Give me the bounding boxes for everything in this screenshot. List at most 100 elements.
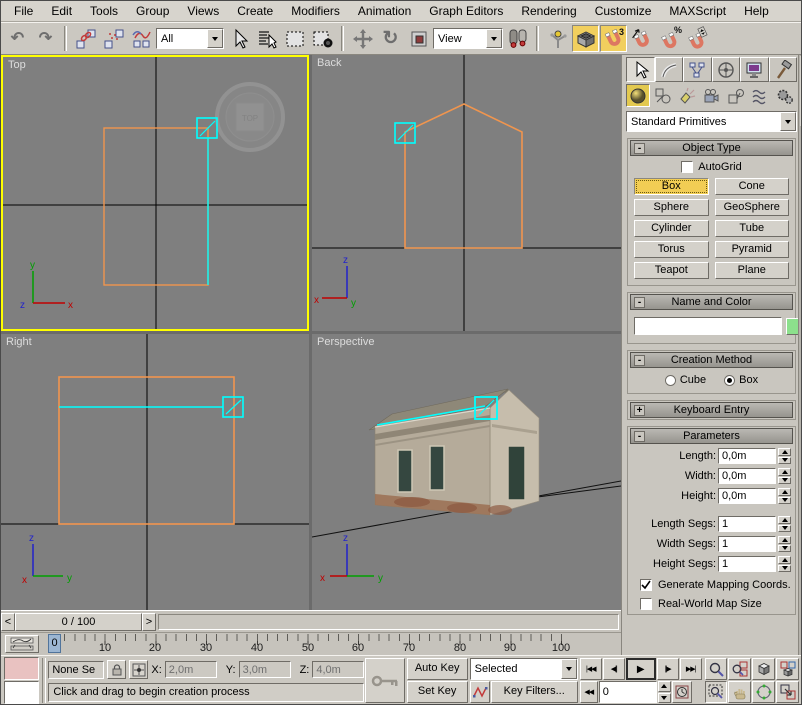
helpers-category-button[interactable] xyxy=(724,84,748,107)
dropdown-arrow-icon[interactable] xyxy=(561,659,577,679)
width-field[interactable] xyxy=(718,468,776,484)
autogrid-checkbox[interactable] xyxy=(681,161,693,173)
go-to-end-button[interactable]: ▶▶| xyxy=(680,658,702,680)
absolute-mode-button[interactable] xyxy=(129,660,148,679)
zoom-extents-all-button[interactable] xyxy=(776,658,799,680)
unlink-button[interactable] xyxy=(100,25,127,52)
viewcube[interactable]: TOP xyxy=(217,84,283,150)
viewport-label[interactable]: Right xyxy=(6,336,32,348)
collapse-icon[interactable]: - xyxy=(634,297,645,308)
height-segs-spinner[interactable] xyxy=(778,556,791,572)
height-segs-field[interactable] xyxy=(718,556,776,572)
panel-scrollbar[interactable] xyxy=(798,55,802,655)
generate-mapping-checkbox[interactable] xyxy=(640,579,652,591)
tab-utilities[interactable] xyxy=(769,57,798,82)
systems-category-button[interactable] xyxy=(773,84,797,107)
set-keys-button[interactable] xyxy=(365,658,404,703)
length-segs-field[interactable] xyxy=(718,516,776,532)
key-mode-toggle-button[interactable]: ◀◀ xyxy=(580,681,598,703)
box-radio[interactable] xyxy=(724,375,735,386)
cylinder-button[interactable]: Cylinder xyxy=(634,220,709,237)
menu-group[interactable]: Group xyxy=(127,2,178,20)
torus-button[interactable]: Torus xyxy=(634,241,709,258)
creation-method-rollout-header[interactable]: -Creation Method xyxy=(630,352,793,368)
viewport-back[interactable]: Back z x y xyxy=(312,55,621,331)
previous-frame-button[interactable]: ◀|| xyxy=(603,658,625,680)
viewport-label[interactable]: Top xyxy=(8,59,26,71)
cube-toggle-button[interactable] xyxy=(572,25,599,52)
select-and-rotate-button[interactable]: ↻ xyxy=(377,25,404,52)
region-zoom-button[interactable] xyxy=(705,681,728,703)
select-and-link-button[interactable] xyxy=(72,25,99,52)
time-slider-next-button[interactable]: > xyxy=(142,613,156,631)
viewport-right[interactable]: Right z y x xyxy=(1,334,309,610)
spinner-snap-button[interactable] xyxy=(684,25,711,52)
tab-display[interactable] xyxy=(740,57,769,82)
window-crossing-button[interactable] xyxy=(309,25,336,52)
object-name-input[interactable] xyxy=(634,317,782,335)
shapes-category-button[interactable] xyxy=(650,84,674,107)
macro-recorder-line[interactable] xyxy=(4,657,39,680)
width-segs-field[interactable] xyxy=(718,536,776,552)
length-field[interactable] xyxy=(718,448,776,464)
statusbar-splitter[interactable] xyxy=(42,658,46,703)
zoom-button[interactable] xyxy=(705,658,728,680)
pyramid-button[interactable]: Pyramid xyxy=(715,241,790,258)
time-slider-prev-button[interactable]: < xyxy=(1,613,15,631)
menu-create[interactable]: Create xyxy=(228,2,282,20)
mini-curve-editor-button[interactable] xyxy=(5,635,39,653)
default-tangent-button[interactable] xyxy=(470,681,490,703)
cone-button[interactable]: Cone xyxy=(715,178,790,195)
select-and-scale-button[interactable] xyxy=(405,25,432,52)
tab-hierarchy[interactable] xyxy=(683,57,712,82)
key-filter-set-dropdown[interactable]: Selected xyxy=(470,658,578,680)
length-spinner[interactable] xyxy=(778,448,791,464)
dropdown-arrow-icon[interactable] xyxy=(207,29,223,48)
select-and-move-button[interactable] xyxy=(349,25,376,52)
teapot-button[interactable]: Teapot xyxy=(634,262,709,279)
menu-file[interactable]: File xyxy=(5,2,42,20)
expand-icon[interactable]: + xyxy=(634,405,645,416)
name-color-rollout-header[interactable]: -Name and Color xyxy=(630,294,793,310)
plane-button[interactable]: Plane xyxy=(715,262,790,279)
pan-button[interactable] xyxy=(728,681,751,703)
menu-edit[interactable]: Edit xyxy=(42,2,81,20)
tab-create[interactable] xyxy=(626,57,655,82)
menu-animation[interactable]: Animation xyxy=(349,2,420,20)
object-type-rollout-header[interactable]: -Object Type xyxy=(630,140,793,156)
reference-coordinate-dropdown[interactable]: View xyxy=(433,28,503,49)
geosphere-button[interactable]: GeoSphere xyxy=(715,199,790,216)
length-segs-spinner[interactable] xyxy=(778,516,791,532)
select-and-manipulate-button[interactable] xyxy=(544,25,571,52)
zoom-all-button[interactable] xyxy=(728,658,751,680)
parameters-rollout-header[interactable]: -Parameters xyxy=(630,428,793,444)
time-configuration-button[interactable] xyxy=(672,681,692,703)
primitive-category-dropdown[interactable]: Standard Primitives xyxy=(626,111,797,132)
rectangular-selection-region-button[interactable] xyxy=(281,25,308,52)
menu-graph-editors[interactable]: Graph Editors xyxy=(420,2,512,20)
key-filters-button[interactable]: Key Filters... xyxy=(491,681,578,703)
redo-button[interactable]: ↷ xyxy=(32,25,59,52)
keyboard-entry-rollout-header[interactable]: +Keyboard Entry xyxy=(630,402,793,418)
play-button[interactable]: ▶ xyxy=(626,658,656,680)
geometry-category-button[interactable] xyxy=(626,84,650,107)
menu-modifiers[interactable]: Modifiers xyxy=(282,2,349,20)
cameras-category-button[interactable] xyxy=(699,84,723,107)
undo-button[interactable]: ↶ xyxy=(4,25,31,52)
z-coordinate-field[interactable] xyxy=(312,661,364,678)
height-spinner[interactable] xyxy=(778,488,791,504)
collapse-icon[interactable]: - xyxy=(634,431,645,442)
time-slider-track[interactable] xyxy=(158,614,619,630)
time-slider-button[interactable]: 0 / 100 xyxy=(15,613,142,631)
lights-category-button[interactable] xyxy=(675,84,699,107)
sphere-button[interactable]: Sphere xyxy=(634,199,709,216)
menu-views[interactable]: Views xyxy=(178,2,228,20)
select-object-button[interactable] xyxy=(225,25,252,52)
current-frame-field[interactable] xyxy=(599,681,657,703)
arc-rotate-button[interactable] xyxy=(752,681,775,703)
tab-motion[interactable] xyxy=(712,57,741,82)
percent-snap-button[interactable]: % xyxy=(656,25,683,52)
cube-radio[interactable] xyxy=(665,375,676,386)
x-coordinate-field[interactable] xyxy=(165,661,217,678)
collapse-icon[interactable]: - xyxy=(634,355,645,366)
